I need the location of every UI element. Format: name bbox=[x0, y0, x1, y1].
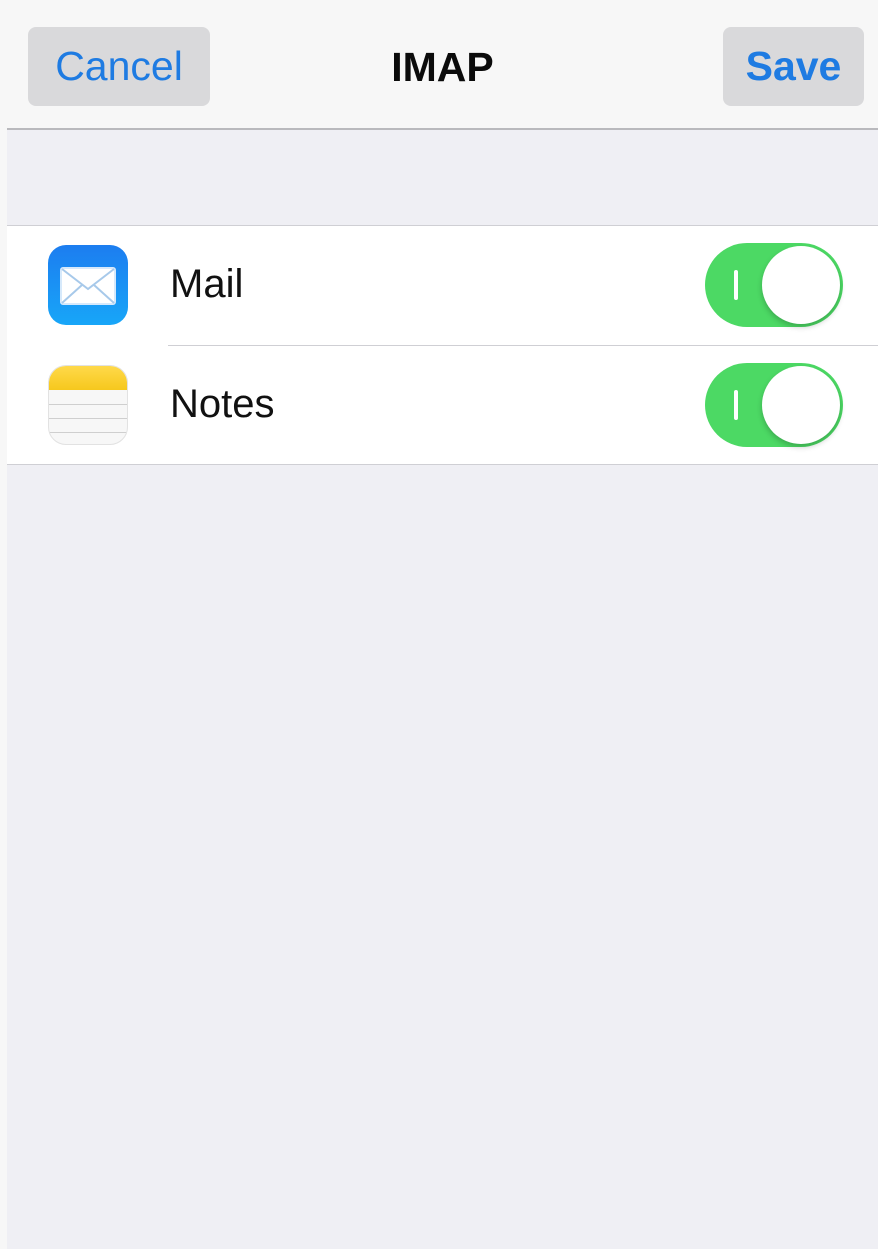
navigation-bar: Cancel IMAP Save bbox=[7, 0, 878, 130]
mail-toggle[interactable] bbox=[705, 243, 843, 327]
list-item-notes: Notes bbox=[7, 346, 878, 465]
toggle-knob bbox=[762, 246, 840, 324]
section-spacer bbox=[7, 130, 878, 225]
toggle-on-mark-icon bbox=[734, 390, 738, 420]
list-item-mail: Mail bbox=[7, 226, 878, 346]
mail-label: Mail bbox=[170, 262, 244, 306]
mail-icon bbox=[48, 245, 128, 325]
account-services-list: Mail Notes bbox=[7, 225, 878, 465]
imap-account-settings-screen: Cancel IMAP Save Mail Notes bbox=[0, 0, 878, 1249]
toggle-on-mark-icon bbox=[734, 270, 738, 300]
toggle-knob bbox=[762, 366, 840, 444]
notes-toggle[interactable] bbox=[705, 363, 843, 447]
notes-icon bbox=[48, 365, 128, 445]
notes-header-icon bbox=[49, 366, 127, 390]
notes-line-icon bbox=[49, 432, 127, 433]
notes-line-icon bbox=[49, 404, 127, 405]
save-button[interactable]: Save bbox=[723, 27, 864, 106]
notes-line-icon bbox=[49, 418, 127, 419]
notes-label: Notes bbox=[170, 382, 275, 426]
